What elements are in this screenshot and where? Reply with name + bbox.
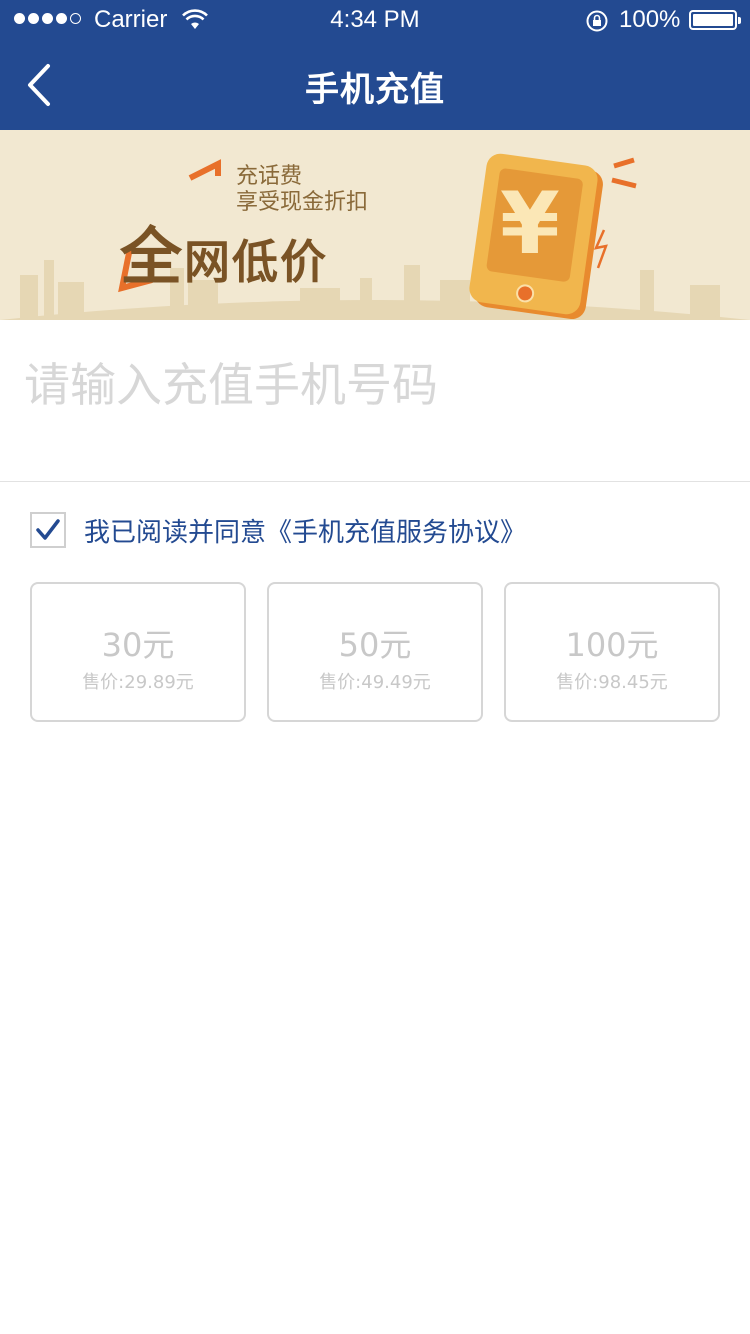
promo-banner[interactable]: 充话费 享受现金折扣 全网低价 ¥ (0, 130, 750, 320)
option-amount: 30元 (101, 626, 175, 664)
option-price: 售价:98.45元 (556, 672, 668, 693)
banner-illustration (0, 153, 750, 320)
agreement-checkbox[interactable] (30, 512, 66, 548)
phone-input-row (0, 320, 750, 482)
battery-icon (689, 10, 741, 30)
option-50[interactable]: 50元 售价:49.49元 (267, 582, 483, 722)
option-30[interactable]: 30元 售价:29.89元 (30, 582, 246, 722)
phone-number-input[interactable] (24, 350, 724, 420)
rotation-lock-icon (586, 10, 608, 32)
agreement-text: 我已阅读并同意 (84, 517, 267, 548)
agreement-row: 我已阅读并同意 《手机充值服务协议》 (30, 511, 526, 549)
agreement-link[interactable]: 《手机充值服务协议》 (266, 512, 526, 549)
option-amount: 50元 (338, 626, 412, 664)
banner-headline-big: 全 (120, 220, 185, 293)
banner-headline: 全网低价 (120, 206, 328, 296)
banner-headline-rest: 网低价 (184, 235, 329, 289)
status-bar: Carrier 4:34 PM 100% (0, 0, 750, 40)
option-price: 售价:49.49元 (319, 672, 431, 693)
header: Carrier 4:34 PM 100% 手机充值 (0, 0, 750, 130)
option-100[interactable]: 100元 售价:98.45元 (504, 582, 720, 722)
checkmark-icon (36, 519, 60, 540)
recharge-options: 30元 售价:29.89元 50元 售价:49.49元 100元 售价:98.4… (30, 582, 720, 722)
battery-percentage: 100% (619, 6, 681, 33)
page-title: 手机充值 (305, 70, 445, 110)
nav-bar: 手机充值 (0, 40, 750, 130)
option-price: 售价:29.89元 (82, 672, 194, 693)
yen-icon: ¥ (500, 174, 560, 274)
option-amount: 100元 (565, 626, 659, 664)
